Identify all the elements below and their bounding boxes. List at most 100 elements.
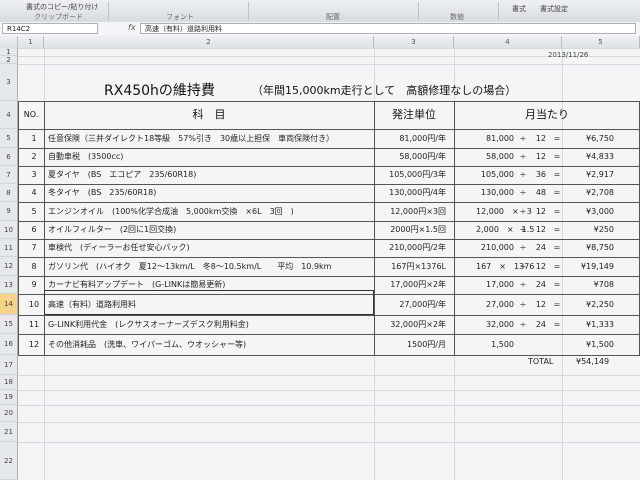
- table-row-amount: 81,000: [486, 133, 514, 143]
- table-row-result: ¥708: [593, 280, 614, 289]
- table-border: [18, 101, 19, 355]
- table-row-item: ガソリン代 (ハイオク 夏12～13km/L 冬8～10.5km/L 平均 10…: [48, 261, 332, 271]
- column-header[interactable]: 3: [374, 36, 454, 48]
- ribbon-group-number: 数値: [450, 13, 464, 21]
- column-header[interactable]: 5: [562, 36, 640, 48]
- table-row-amount: 1,500: [491, 339, 514, 349]
- table-row-no: 11: [28, 319, 40, 329]
- ribbon-separator: [498, 2, 499, 20]
- table-row-result: ¥2,917: [586, 170, 614, 179]
- table-row-item: その他消耗品 (洗車、ワイパーゴム、ウオッシャー等): [48, 339, 247, 349]
- row-header[interactable]: 9: [0, 202, 18, 221]
- grid-line: [18, 56, 640, 57]
- row-header[interactable]: 4: [0, 101, 18, 129]
- grid-line: [18, 442, 640, 443]
- row-header[interactable]: 5: [0, 129, 18, 148]
- table-row-result: ¥2,250: [586, 299, 614, 309]
- row-header[interactable]: 2: [0, 56, 18, 64]
- table-row-divisor: 12: [535, 206, 546, 216]
- table-border: [18, 355, 640, 356]
- row-header[interactable]: 21: [0, 422, 18, 442]
- table-row-divisor: 12: [535, 299, 546, 309]
- table-row-item: 自動車税 (3500cc): [48, 152, 124, 161]
- row-header[interactable]: 1: [0, 48, 18, 56]
- row-header[interactable]: 22: [0, 442, 18, 480]
- table-row-operator: ÷: [519, 280, 527, 289]
- active-cell-selection[interactable]: [44, 290, 374, 315]
- formula-input[interactable]: 高速（有料）道路利用料: [140, 23, 636, 34]
- row-header[interactable]: 13: [0, 276, 18, 294]
- column-header[interactable]: 1: [18, 36, 44, 48]
- table-row-unit: 17,000円×2年: [390, 280, 446, 289]
- column-header[interactable]: 4: [454, 36, 562, 48]
- table-row-item: 車検代 (ディーラーお任せ安心パック): [48, 243, 190, 252]
- table-row-no: 6: [31, 225, 37, 234]
- cell-style-button[interactable]: 書式設定: [540, 4, 568, 14]
- header-monthly: 月当たり: [525, 108, 569, 121]
- table-row-no: 4: [31, 188, 37, 197]
- total-value: ¥54,149: [576, 357, 610, 366]
- table-row-equals: =: [553, 261, 561, 271]
- table-row-result: ¥1,333: [586, 319, 614, 329]
- ribbon-group-alignment: 配置: [326, 13, 340, 21]
- row-header[interactable]: 15: [0, 315, 18, 334]
- row-header[interactable]: 17: [0, 355, 18, 375]
- table-row-operator: ÷: [519, 319, 527, 329]
- row-header[interactable]: 7: [0, 166, 18, 184]
- ribbon: 書式のコピー/貼り付け クリップボード フォント 配置 数値 書式 書式設定: [0, 0, 640, 23]
- table-row-item: G-LINK利用代金 (レクサスオーナーズデスク利用料金): [48, 319, 249, 329]
- row-header[interactable]: 12: [0, 257, 18, 276]
- function-icon[interactable]: fx: [128, 23, 136, 32]
- row-header[interactable]: 14: [0, 294, 18, 315]
- table-row-equals: =: [553, 206, 561, 216]
- table-row-result: ¥8,750: [586, 243, 614, 252]
- table-row-equals: =: [553, 319, 561, 329]
- table-row-unit: 105,000円/3年: [389, 170, 446, 179]
- ribbon-separator: [418, 2, 419, 20]
- name-box[interactable]: R14C2: [2, 23, 98, 34]
- table-row-equals: =: [553, 133, 561, 143]
- table-row-result: ¥2,708: [586, 188, 614, 197]
- table-row-unit: 2000円×1.5回: [390, 225, 446, 234]
- table-row-amount: 12,000 × 3: [476, 206, 532, 216]
- table-row-amount: 210,000: [480, 243, 514, 252]
- row-header[interactable]: 18: [0, 375, 18, 390]
- header-item: 科 目: [192, 108, 226, 121]
- row-header[interactable]: 6: [0, 148, 18, 166]
- grid-line: [18, 422, 640, 423]
- table-row-unit: 81,000円/年: [399, 133, 446, 143]
- table-row-amount: 17,000: [486, 280, 514, 289]
- table-row-no: 5: [31, 206, 37, 216]
- row-header[interactable]: 19: [0, 390, 18, 405]
- row-header[interactable]: 16: [0, 334, 18, 355]
- format-button[interactable]: 書式: [512, 4, 526, 14]
- table-row-divisor: 48: [535, 188, 546, 197]
- format-painter-button[interactable]: 書式のコピー/貼り付け: [26, 2, 98, 12]
- table-row-equals: =: [553, 188, 561, 197]
- grid-line: [18, 405, 640, 406]
- table-row-divisor: 24: [535, 280, 546, 289]
- header-no: NO.: [23, 110, 39, 119]
- table-row-item: 夏タイヤ (BS エコピア 235/60R18): [48, 170, 197, 179]
- table-row-result: ¥4,833: [586, 152, 614, 161]
- column-header[interactable]: 2: [44, 36, 374, 48]
- row-header[interactable]: 3: [0, 64, 18, 101]
- table-row-result: ¥1,500: [586, 339, 614, 349]
- table-row-unit: 58,000円/年: [399, 152, 446, 161]
- table-row-item: エンジンオイル (100%化学合成油 5,000km交換 ×6L 3回 ): [48, 206, 294, 216]
- row-header[interactable]: 10: [0, 221, 18, 239]
- grid-line: [18, 390, 640, 391]
- row-header[interactable]: 8: [0, 184, 18, 202]
- table-row-equals: =: [553, 152, 561, 161]
- table-row-operator: ÷: [519, 225, 527, 234]
- table-row-no: 3: [31, 170, 37, 179]
- ribbon-group-font: フォント: [166, 13, 194, 21]
- date-cell: 2013/11/26: [548, 51, 589, 59]
- table-row-operator: ÷: [519, 261, 527, 271]
- table-row-amount: 105,000: [480, 170, 514, 179]
- table-row-equals: =: [553, 280, 561, 289]
- row-header[interactable]: 11: [0, 239, 18, 257]
- select-all-corner[interactable]: [0, 36, 18, 48]
- row-header[interactable]: 20: [0, 405, 18, 422]
- table-row-operator: ÷: [519, 188, 527, 197]
